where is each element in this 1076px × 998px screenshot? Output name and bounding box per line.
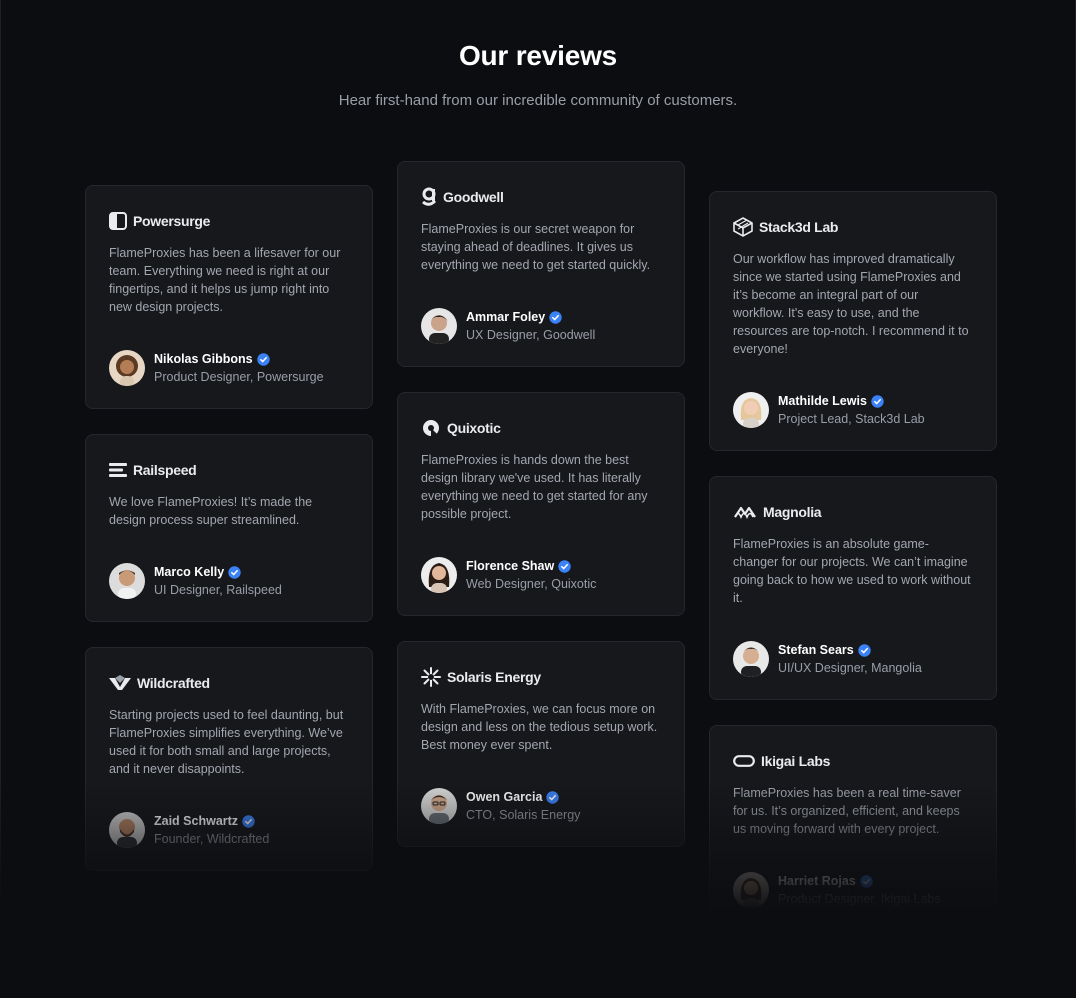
reviewer-role: UI/UX Designer, Mangolia <box>778 660 922 675</box>
review-quote: Our workflow has improved dramatically s… <box>733 252 969 356</box>
brand-name: Ikigai Labs <box>761 753 831 769</box>
reviewer-role: Project Lead, Stack3d Lab <box>778 411 925 426</box>
review-quote: FlameProxies has been a lifesaver for ou… <box>109 246 341 314</box>
review-quote: FlameProxies is our secret weapon for st… <box>421 222 651 272</box>
avatar <box>733 641 769 677</box>
brand-wildcrafted: Wildcrafted <box>109 672 349 694</box>
brand-goodwell: Goodwell <box>421 186 661 208</box>
avatar <box>421 308 457 344</box>
reviewer: Harriet Rojas Product Designer, Ikigai L… <box>733 872 941 908</box>
goodwell-logo-icon <box>421 187 437 207</box>
reviewer-role: Product Designer, Powersurge <box>154 369 324 384</box>
solaris-energy-logo-icon <box>421 667 441 687</box>
review-quote: With FlameProxies, we can focus more on … <box>421 702 658 752</box>
reviewer-role: CTO, Solaris Energy <box>466 807 581 822</box>
reviewer-name: Owen Garcia <box>466 789 543 804</box>
verified-badge-icon <box>256 352 270 366</box>
brand-name: Quixotic <box>447 420 501 436</box>
railspeed-logo-icon <box>109 462 127 478</box>
brand-name: Powersurge <box>133 213 211 229</box>
review-quote: We love FlameProxies! It’s made the desi… <box>109 495 313 527</box>
reviewer-role: Web Designer, Quixotic <box>466 576 597 591</box>
verified-badge-icon <box>242 814 255 828</box>
reviewer-name: Harriet Rojas <box>778 873 856 888</box>
reviewer-name: Mathilde Lewis <box>778 393 867 408</box>
reviewer: Mathilde Lewis Project Lead, Stack3d Lab <box>733 392 925 428</box>
brand-name: Solaris Energy <box>447 669 541 685</box>
reviewer: Nikolas Gibbons Product Designer, Powers… <box>109 350 324 386</box>
avatar <box>733 872 769 908</box>
avatar <box>421 557 457 593</box>
powersurge-logo-icon <box>109 212 127 230</box>
review-card-goodwell: Goodwell FlameProxies is our secret weap… <box>397 161 685 367</box>
brand-magnolia: Magnolia <box>733 501 973 523</box>
review-quote: FlameProxies has been a real time-saver … <box>733 786 961 836</box>
brand-powersurge: Powersurge <box>109 210 349 232</box>
review-quote: Starting projects used to feel daunting,… <box>109 708 344 776</box>
brand-quixotic: Quixotic <box>421 417 661 439</box>
verified-badge-icon <box>549 310 562 324</box>
reviewer: Marco Kelly UI Designer, Railspeed <box>109 563 282 599</box>
reviewer: Florence Shaw Web Designer, Quixotic <box>421 557 596 593</box>
reviewer-name: Florence Shaw <box>466 558 555 573</box>
stack3d-lab-logo-icon <box>733 217 753 237</box>
brand-solaris-energy: Solaris Energy <box>421 666 661 688</box>
review-quote: FlameProxies is an absolute game-changer… <box>733 537 971 605</box>
wildcrafted-logo-icon <box>109 675 131 691</box>
reviewer-role: Product Designer, Ikigai Labs <box>778 891 941 906</box>
review-card-wildcrafted: Wildcrafted Starting projects used to fe… <box>85 647 373 871</box>
review-card-ikigai-labs: Ikigai Labs FlameProxies has been a real… <box>709 725 997 931</box>
magnolia-logo-icon <box>733 505 757 519</box>
reviewer-name: Zaid Schwartz <box>154 813 239 828</box>
avatar <box>109 563 145 599</box>
review-card-railspeed: Railspeed We love FlameProxies! It’s mad… <box>85 434 373 622</box>
review-card-solaris-energy: Solaris Energy With FlameProxies, we can… <box>397 641 685 847</box>
verified-badge-icon <box>546 790 560 804</box>
brand-name: Magnolia <box>763 504 822 520</box>
review-card-magnolia: Magnolia FlameProxies is an absolute gam… <box>709 476 997 700</box>
review-card-powersurge: Powersurge FlameProxies has been a lifes… <box>85 185 373 409</box>
brand-name: Stack3d Lab <box>759 219 839 235</box>
review-card-stack3d-lab: Stack3d Lab Our workflow has improved dr… <box>709 191 997 451</box>
quixotic-logo-icon <box>421 418 441 438</box>
reviewer-name: Stefan Sears <box>778 642 854 657</box>
reviewer: Stefan Sears UI/UX Designer, Mangolia <box>733 641 922 677</box>
avatar <box>109 350 145 386</box>
section-subtitle: Hear first-hand from our incredible comm… <box>338 92 738 109</box>
reviewer: Zaid Schwartz Founder, Wildcrafted <box>109 812 269 848</box>
review-quote: FlameProxies is hands down the best desi… <box>421 453 648 521</box>
reviewer-name: Marco Kelly <box>154 564 225 579</box>
avatar <box>109 812 145 848</box>
verified-badge-icon <box>858 643 871 657</box>
verified-badge-icon <box>228 565 241 579</box>
reviewer-role: UI Designer, Railspeed <box>154 582 282 597</box>
verified-badge-icon <box>558 559 571 573</box>
reviewer-role: Founder, Wildcrafted <box>154 831 270 846</box>
reviewer-role: UX Designer, Goodwell <box>466 327 596 342</box>
verified-badge-icon <box>860 874 873 888</box>
reviewer-name: Nikolas Gibbons <box>154 351 253 366</box>
brand-name: Goodwell <box>443 189 504 205</box>
brand-ikigai-labs: Ikigai Labs <box>733 750 973 772</box>
ikigai-labs-logo-icon <box>733 754 755 768</box>
brand-name: Wildcrafted <box>137 675 210 691</box>
reviewer: Owen Garcia CTO, Solaris Energy <box>421 788 580 824</box>
avatar <box>733 392 769 428</box>
section-title: Our reviews <box>458 40 618 71</box>
verified-badge-icon <box>871 394 884 408</box>
review-card-quixotic: Quixotic FlameProxies is hands down the … <box>397 392 685 616</box>
avatar <box>421 788 457 824</box>
brand-name: Railspeed <box>133 462 197 478</box>
reviewer: Ammar Foley UX Designer, Goodwell <box>421 308 595 344</box>
brand-railspeed: Railspeed <box>109 459 349 481</box>
brand-stack3d-lab: Stack3d Lab <box>733 216 973 238</box>
reviewer-name: Ammar Foley <box>466 309 546 324</box>
